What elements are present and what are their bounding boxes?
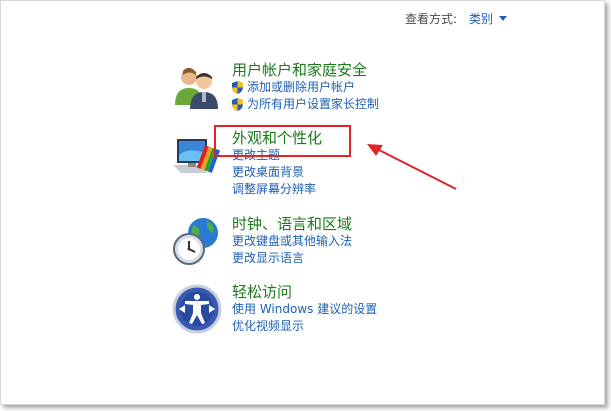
category-title[interactable]: 时钟、语言和区域 xyxy=(232,215,352,233)
control-panel-window: 查看方式: 类别 用户帐户和家庭安全 添加或删除用户帐户 为所有用户设置家长控制… xyxy=(0,0,605,405)
link-label: 使用 Windows 建议的设置 xyxy=(232,302,378,316)
link-add-remove-accounts[interactable]: 添加或删除用户帐户 xyxy=(232,79,379,96)
annotation-highlight-box xyxy=(214,125,351,157)
view-by-dropdown[interactable]: 类别 xyxy=(469,10,493,27)
link-label: 更改桌面背景 xyxy=(232,165,305,179)
link-label: 更改键盘或其他输入法 xyxy=(232,234,353,248)
chevron-down-icon[interactable] xyxy=(499,16,508,21)
category-title[interactable]: 轻松访问 xyxy=(232,283,377,301)
category-title[interactable]: 用户帐户和家庭安全 xyxy=(232,61,379,79)
view-by-label: 查看方式: xyxy=(405,12,458,26)
clock-globe-icon xyxy=(173,218,218,265)
uac-shield-icon xyxy=(232,81,243,94)
link-label: 调整屏幕分辨率 xyxy=(232,182,317,196)
link-label: 优化视频显示 xyxy=(232,319,305,333)
link-label: 为所有用户设置家长控制 xyxy=(247,97,380,111)
ease-of-access-icon xyxy=(172,284,222,334)
annotation-arrow-icon xyxy=(367,144,457,190)
link-change-desktop-background[interactable]: 更改桌面背景 xyxy=(232,164,322,181)
link-change-input-method[interactable]: 更改键盘或其他输入法 xyxy=(232,233,352,250)
link-change-display-language[interactable]: 更改显示语言 xyxy=(232,250,352,267)
link-parental-controls[interactable]: 为所有用户设置家长控制 xyxy=(232,96,379,113)
link-adjust-resolution[interactable]: 调整屏幕分辨率 xyxy=(232,181,322,198)
link-recommended-settings[interactable]: 使用 Windows 建议的设置 xyxy=(232,301,377,318)
link-optimize-visual-display[interactable]: 优化视频显示 xyxy=(232,318,377,335)
users-icon xyxy=(175,67,218,109)
link-label: 更改显示语言 xyxy=(232,251,305,265)
view-by: 查看方式: 类别 xyxy=(405,10,508,27)
uac-shield-icon xyxy=(232,98,243,111)
link-label: 添加或删除用户帐户 xyxy=(247,80,356,94)
